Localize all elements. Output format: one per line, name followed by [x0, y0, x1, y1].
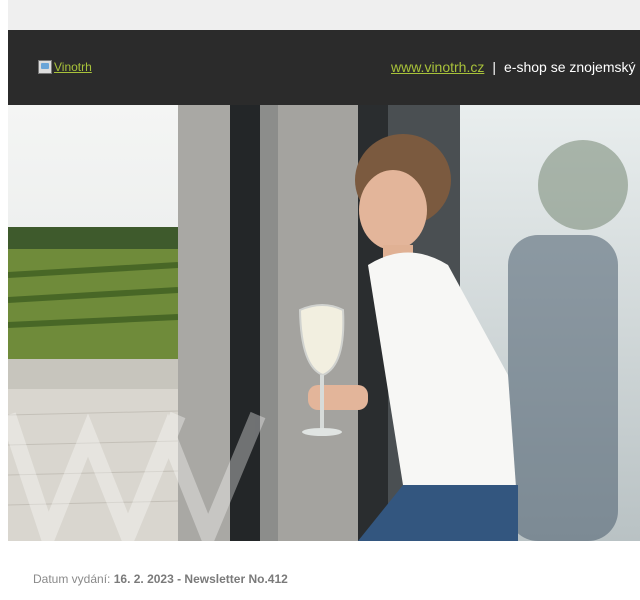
top-strip	[8, 0, 640, 30]
header-separator: |	[492, 59, 496, 75]
date-label: Datum vydání:	[33, 572, 111, 586]
date-value: 16. 2. 2023 - Newsletter No.412	[113, 572, 288, 586]
newsletter-header: Vinotrh www.vinotrh.cz | e-shop se znoje…	[8, 30, 640, 105]
logo-link[interactable]: Vinotrh	[38, 60, 92, 74]
hero-photo	[8, 105, 640, 541]
broken-image-icon	[38, 60, 52, 74]
hero-image	[8, 105, 640, 541]
header-links: www.vinotrh.cz | e-shop se znojemský	[391, 59, 636, 75]
site-link[interactable]: www.vinotrh.cz	[391, 59, 484, 75]
header-tagline: e-shop se znojemský	[504, 59, 636, 75]
logo-alt-text: Vinotrh	[54, 60, 92, 74]
issue-meta: Datum vydání: 16. 2. 2023 - Newsletter N…	[33, 572, 288, 586]
